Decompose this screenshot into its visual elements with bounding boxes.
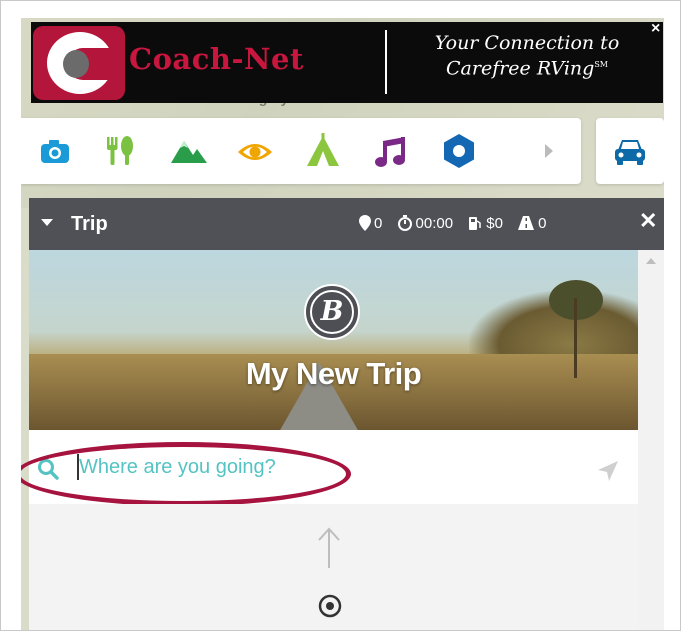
trip-title: Trip xyxy=(71,213,108,235)
arrow-up-icon xyxy=(318,527,340,568)
fuel-pump-icon xyxy=(469,217,481,231)
trip-header[interactable]: Trip 0 00:00 $0 0 ✕ xyxy=(29,198,664,250)
app-viewport: Calgary Coach-Net Your Connection to Car… xyxy=(21,18,664,630)
vehicle-button[interactable] xyxy=(596,118,664,184)
ad-tagline-line2: Carefree RVing xyxy=(446,57,595,80)
map-pin-icon xyxy=(359,215,371,232)
ad-close-button[interactable]: × xyxy=(651,20,660,38)
ad-brand-name: Coach-Net xyxy=(129,42,304,76)
ad-tagline-line1: Your Connection to xyxy=(434,32,620,54)
hexagon-icon[interactable] xyxy=(439,131,479,171)
panel-scrollbar[interactable] xyxy=(638,250,664,630)
stopwatch-icon xyxy=(397,215,412,232)
hero-logo-letter: B xyxy=(310,290,354,334)
ad-tagline: Your Connection to Carefree RVingSM xyxy=(401,32,653,79)
category-toolbar xyxy=(21,118,581,184)
trip-hero-image: B My New Trip xyxy=(29,250,638,430)
screenshot-frame: Calgary Coach-Net Your Connection to Car… xyxy=(0,0,681,631)
tent-icon[interactable] xyxy=(303,131,343,171)
caret-down-icon[interactable] xyxy=(41,218,53,228)
trip-distance: 0 xyxy=(538,214,547,232)
trip-duration: 00:00 xyxy=(415,214,454,232)
mountain-icon[interactable] xyxy=(169,131,209,171)
trip-stops-area xyxy=(29,504,638,630)
car-icon xyxy=(615,140,645,165)
food-icon[interactable] xyxy=(99,131,139,171)
ad-divider xyxy=(385,30,387,94)
coach-net-logo xyxy=(33,26,125,100)
trip-close-button[interactable]: ✕ xyxy=(639,208,657,234)
navigation-arrow-icon[interactable] xyxy=(597,460,619,482)
camera-icon[interactable] xyxy=(35,131,75,171)
search-icon xyxy=(38,459,59,480)
roadtrippers-logo: B xyxy=(304,284,360,340)
road-icon xyxy=(518,216,535,231)
location-target-icon[interactable] xyxy=(318,594,342,618)
trip-name[interactable]: My New Trip xyxy=(29,356,638,392)
ad-tagline-mark: SM xyxy=(594,60,608,69)
trip-stats: 0 00:00 $0 0 xyxy=(359,214,550,232)
trip-cost: $0 xyxy=(486,214,503,232)
eye-icon[interactable] xyxy=(235,131,275,171)
scroll-up-arrow-icon[interactable] xyxy=(646,258,656,264)
ad-banner[interactable]: Coach-Net Your Connection to Carefree RV… xyxy=(31,20,663,103)
destination-search-row xyxy=(29,430,638,505)
music-icon[interactable] xyxy=(371,131,411,171)
chevron-right-icon[interactable] xyxy=(529,131,569,171)
trip-stops-count: 0 xyxy=(374,214,383,232)
destination-search-input[interactable] xyxy=(79,452,559,482)
